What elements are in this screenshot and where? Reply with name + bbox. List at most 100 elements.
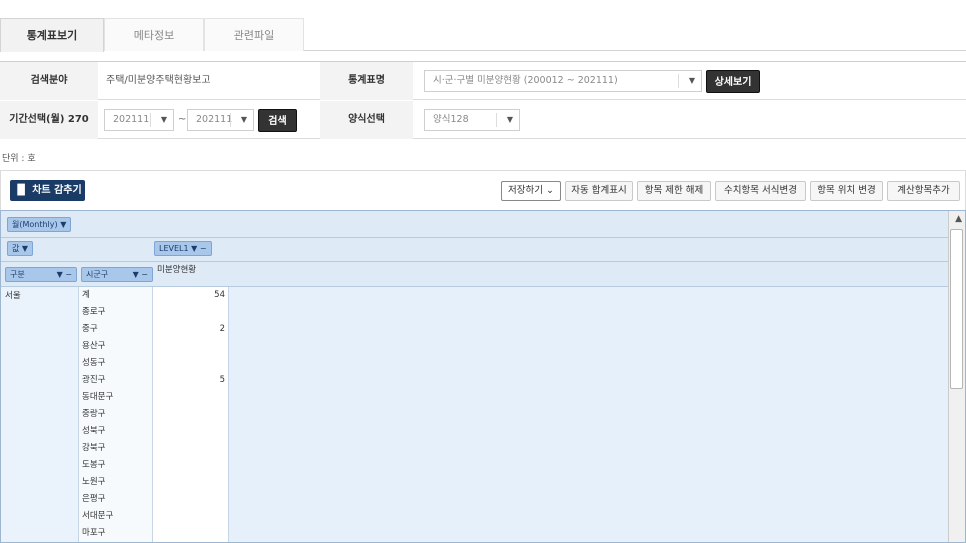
district-cell: 중랑구	[79, 406, 153, 423]
form-row-1: 검색분야 주택/미분양주택현황보고 통계표명 시·군·구별 미분양현황 (200…	[0, 62, 966, 100]
save-dropdown-button[interactable]: 저장하기 ⌄	[501, 181, 561, 201]
district-cell: 강북구	[79, 440, 153, 457]
period-pill[interactable]: 월(Monthly) ▼	[7, 217, 72, 232]
table-row: 동대문구	[79, 389, 229, 406]
district-cell: 도봉구	[79, 457, 153, 474]
table-row: 도봉구	[79, 457, 229, 474]
scroll-up-icon[interactable]: ▲	[955, 214, 962, 224]
value-cell[interactable]	[153, 525, 229, 542]
district-cell: 은평구	[79, 491, 153, 508]
level-pill[interactable]: LEVEL1 ▼ −	[154, 241, 212, 256]
district-cell: 중구	[79, 321, 153, 338]
vertical-scrollbar[interactable]: ▲	[948, 211, 965, 542]
district-cell: 서대문구	[79, 508, 153, 525]
value-pill[interactable]: 값 ▼	[7, 241, 34, 256]
category-pill[interactable]: 구분 ▼ −	[5, 267, 77, 282]
category-pill-label: 구분	[10, 270, 25, 279]
field-value: 주택/미분양주택현황보고	[106, 75, 211, 86]
period-from-value: 202111	[113, 114, 150, 125]
district-cell: 계	[79, 287, 153, 304]
move-items-button[interactable]: 항목 위치 변경	[810, 181, 883, 201]
value-cell[interactable]	[153, 304, 229, 321]
hide-chart-label: 차트 감추기	[32, 185, 82, 196]
period-from-select[interactable]: 202111 ▼	[104, 109, 174, 131]
filter-band: 월(Monthly) ▼	[1, 211, 949, 238]
district-cell: 용산구	[79, 338, 153, 355]
bar-chart-icon: ▐▌	[13, 185, 29, 196]
period-to-select[interactable]: 202111 ▼	[187, 109, 254, 131]
district-cell: 성북구	[79, 423, 153, 440]
chevron-down-icon: ▼	[506, 115, 513, 124]
tab-table-view[interactable]: 통계표보기	[0, 18, 104, 52]
value-cell[interactable]: 2	[153, 321, 229, 338]
field-label: 검색분야	[0, 62, 98, 100]
value-cell[interactable]: 5	[153, 372, 229, 389]
select-divider	[150, 113, 151, 127]
table-row: 성북구	[79, 423, 229, 440]
auto-sum-button[interactable]: 자동 합계표시	[565, 181, 633, 201]
search-form: 검색분야 주택/미분양주택현황보고 통계표명 시·군·구별 미분양현황 (200…	[0, 61, 966, 139]
grid-toolbar: ▐▌ 차트 감추기 저장하기 ⌄ 자동 합계표시 항목 제한 해제 수치항목 서…	[0, 170, 966, 210]
value-cell[interactable]	[153, 389, 229, 406]
chevron-down-icon: ▼	[160, 115, 167, 124]
district-cell: 동대문구	[79, 389, 153, 406]
table-row: 노원구	[79, 474, 229, 491]
district-pill-label: 시군구	[86, 270, 109, 279]
table-row: 강북구	[79, 440, 229, 457]
level-pill-label: LEVEL1	[159, 244, 189, 253]
format-values-button[interactable]: 수치항목 서식변경	[715, 181, 806, 201]
stat-label: 통계표명	[320, 62, 413, 100]
value-cell[interactable]	[153, 440, 229, 457]
value-cell[interactable]	[153, 406, 229, 423]
value-cell[interactable]	[153, 355, 229, 372]
table-row: 서대문구	[79, 508, 229, 525]
format-select[interactable]: 양식128 ▼	[424, 109, 520, 131]
data-rows: 계 54 종로구 중구 2 용산구 성동구 광진구 5 동대문구 중랑구 성북구 강북구 도봉구 노원구 은평…	[79, 287, 229, 542]
table-row: 마포구	[79, 525, 229, 542]
table-row: 계 54	[79, 287, 229, 304]
filter-icon: ▼	[21, 244, 29, 253]
table-row: 중구 2	[79, 321, 229, 338]
column-field-band: 값 ▼ LEVEL1 ▼ −	[1, 238, 949, 262]
chevron-down-icon: ▼	[240, 115, 247, 124]
table-row: 종로구	[79, 304, 229, 321]
scroll-thumb[interactable]	[950, 229, 963, 389]
period-label: 기간선택(월) 270	[0, 101, 98, 139]
unit-text: 단위 : 호	[2, 154, 36, 164]
district-cell: 마포구	[79, 525, 153, 542]
region-label: 서울	[5, 291, 21, 301]
tab-related-files[interactable]: 관련파일	[204, 18, 304, 51]
district-cell: 종로구	[79, 304, 153, 321]
table-row: 용산구	[79, 338, 229, 355]
value-cell[interactable]	[153, 474, 229, 491]
value-cell[interactable]	[153, 457, 229, 474]
table-row: 중랑구	[79, 406, 229, 423]
value-cell[interactable]: 54	[153, 287, 229, 304]
hide-chart-button[interactable]: ▐▌ 차트 감추기	[10, 180, 85, 201]
period-separator: ~	[178, 114, 187, 125]
chevron-down-icon: ⌄	[546, 185, 554, 196]
detail-button[interactable]: 상세보기	[706, 70, 760, 93]
add-calc-item-button[interactable]: 계산항목추가	[887, 181, 960, 201]
district-pill[interactable]: 시군구 ▼ −	[81, 267, 153, 282]
value-cell[interactable]	[153, 508, 229, 525]
select-divider	[496, 113, 497, 127]
filter-icon: ▼ −	[191, 244, 207, 253]
table-row: 광진구 5	[79, 372, 229, 389]
district-cell: 노원구	[79, 474, 153, 491]
release-limit-button[interactable]: 항목 제한 해제	[637, 181, 711, 201]
value-cell[interactable]	[153, 491, 229, 508]
format-label: 양식선택	[320, 101, 413, 139]
filter-icon: ▼ −	[132, 270, 148, 279]
table-row: 성동구	[79, 355, 229, 372]
value-column-header: 미분양현황	[157, 265, 197, 275]
value-cell[interactable]	[153, 423, 229, 440]
chevron-down-icon: ▼	[688, 76, 695, 85]
region-cell: 서울	[1, 287, 79, 542]
search-button[interactable]: 검색	[258, 109, 297, 132]
stat-select[interactable]: 시·군·구별 미분양현황 (200012 ~ 202111) ▼	[424, 70, 702, 92]
value-cell[interactable]	[153, 338, 229, 355]
tab-meta-info[interactable]: 메타정보	[104, 18, 204, 51]
period-to-value: 202111	[196, 114, 233, 125]
tab-bar: 통계표보기 메타정보 관련파일	[0, 18, 966, 52]
